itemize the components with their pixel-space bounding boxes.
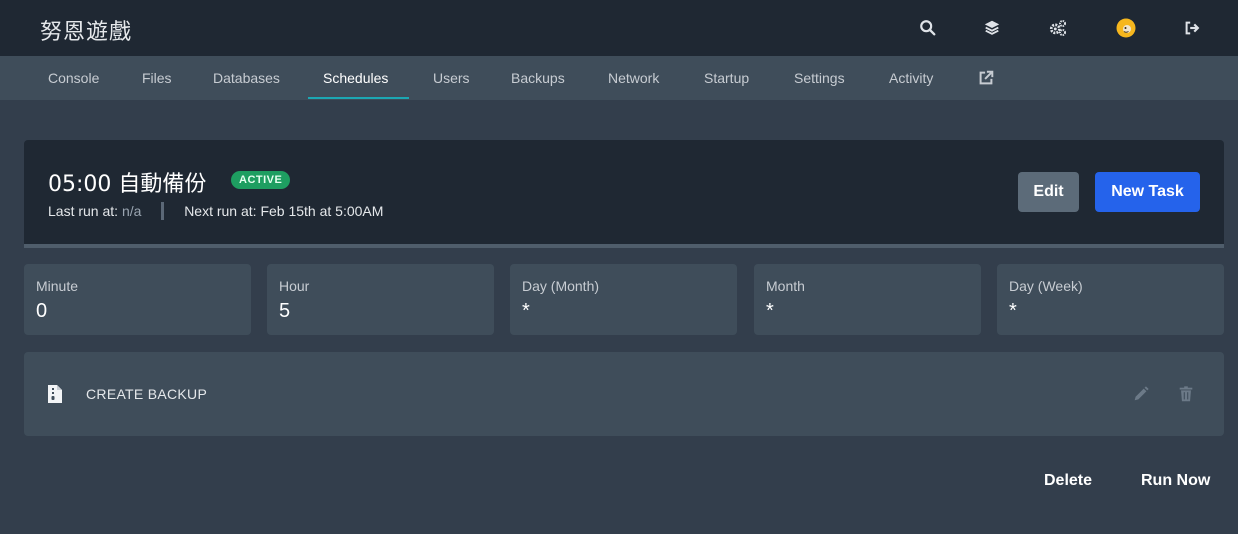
cron-label: Hour: [279, 278, 310, 294]
tab-network[interactable]: Network: [608, 56, 659, 100]
cron-value: *: [522, 300, 530, 322]
cogs-icon[interactable]: [1047, 17, 1069, 39]
tab-databases[interactable]: Databases: [213, 56, 280, 100]
cron-label: Month: [766, 278, 805, 294]
tab-startup[interactable]: Startup: [704, 56, 749, 100]
search-icon[interactable]: [917, 17, 939, 39]
logout-icon[interactable]: [1181, 17, 1203, 39]
cron-label: Day (Week): [1009, 278, 1083, 294]
avatar[interactable]: [1115, 17, 1137, 39]
cron-day-of-month: Day (Month) *: [510, 264, 737, 335]
tab-users[interactable]: Users: [433, 56, 470, 100]
top-bar: 努恩遊戲: [0, 0, 1238, 56]
server-name[interactable]: 努恩遊戲: [40, 14, 132, 46]
server-sub-navigation: Console Files Databases Schedules Users …: [0, 56, 1238, 100]
next-run-label: Next run at:: [184, 203, 257, 219]
run-now-button[interactable]: Run Now: [1141, 472, 1210, 492]
tab-console[interactable]: Console: [48, 56, 99, 100]
tab-activity[interactable]: Activity: [889, 56, 933, 100]
schedule-header-card: 05:00 自動備份 ACTIVE Last run at: n/a Next …: [24, 140, 1224, 244]
cron-hour: Hour 5: [267, 264, 494, 335]
delete-button[interactable]: Delete: [1044, 472, 1092, 492]
external-link-icon[interactable]: [977, 69, 995, 87]
cron-value: 5: [279, 300, 291, 322]
header-divider: [24, 244, 1224, 248]
cron-minute: Minute 0: [24, 264, 251, 335]
cron-value: *: [1009, 300, 1017, 322]
trash-icon[interactable]: [1177, 385, 1195, 403]
cron-day-of-week: Day (Week) *: [997, 264, 1224, 335]
task-label: CREATE BACKUP: [86, 386, 208, 402]
tab-files[interactable]: Files: [142, 56, 172, 100]
tab-backups[interactable]: Backups: [511, 56, 565, 100]
layers-icon[interactable]: [981, 17, 1003, 39]
edit-button[interactable]: Edit: [1018, 172, 1079, 212]
last-run-label: Last run at:: [48, 203, 119, 219]
cron-value: 0: [36, 300, 48, 322]
active-tab-indicator: [308, 97, 409, 99]
run-info: Last run at: n/a Next run at: Feb 15th a…: [48, 202, 383, 220]
new-task-button[interactable]: New Task: [1095, 172, 1200, 212]
cron-month: Month *: [754, 264, 981, 335]
tab-schedules[interactable]: Schedules: [323, 56, 388, 100]
schedule-title: 05:00 自動備份: [48, 172, 207, 197]
next-run-value: Feb 15th at 5:00AM: [260, 203, 384, 219]
last-run-value: n/a: [121, 203, 142, 219]
tab-settings[interactable]: Settings: [794, 56, 845, 100]
status-badge: ACTIVE: [231, 171, 291, 189]
file-archive-icon: [48, 385, 62, 403]
run-info-divider: [161, 202, 165, 220]
cron-label: Day (Month): [522, 278, 600, 294]
cron-label: Minute: [36, 278, 79, 294]
cron-value: *: [766, 300, 774, 322]
pencil-icon[interactable]: [1132, 385, 1150, 403]
task-row: CREATE BACKUP: [24, 352, 1224, 436]
